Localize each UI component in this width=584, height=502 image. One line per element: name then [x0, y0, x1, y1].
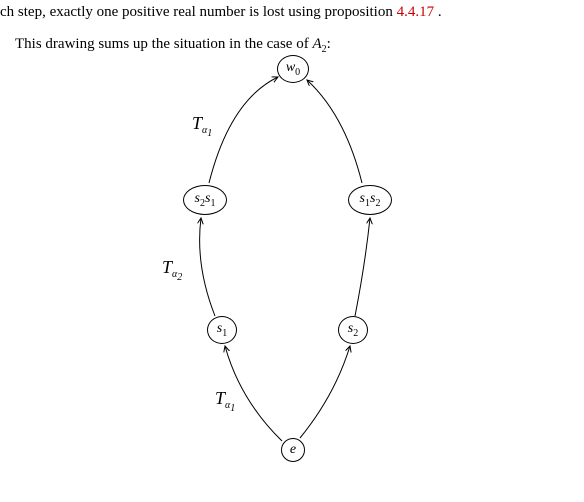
edge-label-mid: Tα2	[162, 257, 182, 283]
edge-label-bot: Tα1	[215, 388, 235, 414]
node-s2: s2	[338, 316, 368, 344]
node-s2s1: s2s1	[183, 185, 227, 215]
node-w0: w0	[277, 55, 309, 83]
node-e: e	[281, 438, 305, 462]
edge-label-top: Tα1	[192, 113, 212, 139]
node-s1: s1	[207, 316, 237, 344]
node-s1s2: s1s2	[348, 185, 392, 215]
